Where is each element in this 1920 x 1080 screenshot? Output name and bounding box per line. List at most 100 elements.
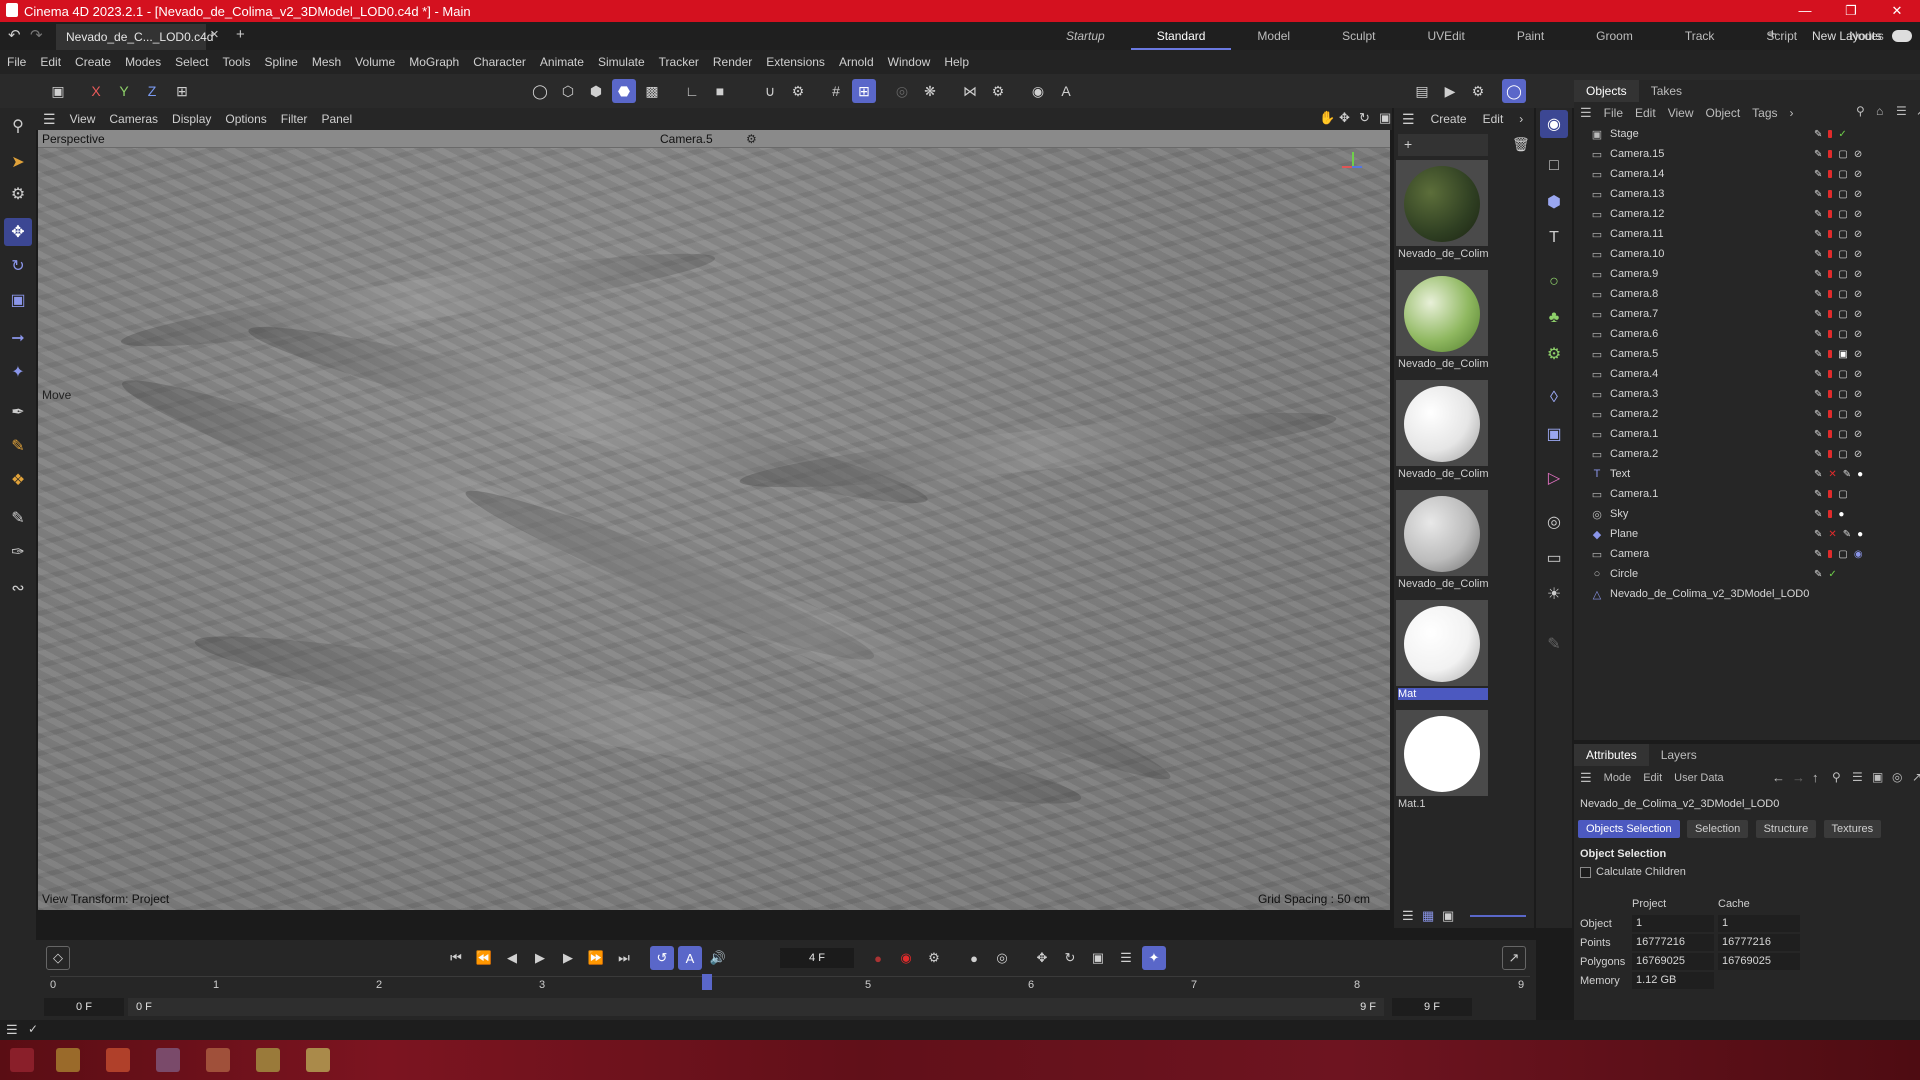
- layout-tab-standard[interactable]: Standard: [1130, 22, 1232, 50]
- render-region-icon[interactable]: ◎: [890, 79, 914, 103]
- edit-icon[interactable]: ✎: [1540, 630, 1568, 658]
- search-icon[interactable]: ⚲: [4, 112, 32, 140]
- new-window-icon[interactable]: ↗: [1900, 770, 1920, 784]
- viewport-menu-display[interactable]: Display: [165, 112, 218, 126]
- material-swatch[interactable]: Nevado_de_Colim: [1396, 490, 1488, 598]
- rotation-key-icon[interactable]: ↻: [1058, 946, 1082, 970]
- key-settings-icon[interactable]: ⚙: [922, 946, 946, 970]
- list-item[interactable]: ▭ Camera.12 ✎ ▢ ⊘: [1574, 204, 1920, 224]
- list-item[interactable]: ▭ Camera.15 ✎ ▢ ⊘: [1574, 144, 1920, 164]
- menu-extensions[interactable]: Extensions: [759, 55, 832, 69]
- list-view-icon[interactable]: ☰: [1402, 908, 1414, 924]
- minimize-icon[interactable]: —: [1782, 0, 1828, 22]
- menu-simulate[interactable]: Simulate: [591, 55, 652, 69]
- objects-menu-file[interactable]: File: [1598, 106, 1629, 120]
- new-layouts-label[interactable]: New Layouts: [1812, 29, 1881, 43]
- goto-start-icon[interactable]: ⏮: [444, 946, 468, 970]
- list-item[interactable]: ▭ Camera.2 ✎ ▢ ⊘: [1574, 444, 1920, 464]
- material-swatch[interactable]: Mat.1: [1396, 710, 1488, 818]
- start-frame-field[interactable]: 0 F: [44, 998, 124, 1016]
- taskbar-app-icon[interactable]: [10, 1048, 34, 1072]
- list-item[interactable]: ▭ Camera.2 ✎ ▢ ⊘: [1574, 404, 1920, 424]
- viewport-menu-filter[interactable]: Filter: [274, 112, 315, 126]
- hamburger-icon[interactable]: ☰: [1574, 105, 1598, 121]
- objects-menu-edit[interactable]: Edit: [1629, 106, 1662, 120]
- list-item[interactable]: ▭ Camera.5 ✎ ▣ ⊘: [1574, 344, 1920, 364]
- viewport-solo-icon[interactable]: ▣: [46, 79, 70, 103]
- grid-snap-icon[interactable]: #: [824, 79, 848, 103]
- list-item[interactable]: ▭ Camera.10 ✎ ▢ ⊘: [1574, 244, 1920, 264]
- x-axis-button[interactable]: X: [84, 79, 108, 103]
- light-icon[interactable]: ☀: [1540, 580, 1568, 608]
- play-icon[interactable]: ▶: [528, 946, 552, 970]
- viewport-menu-cameras[interactable]: Cameras: [102, 112, 165, 126]
- loop-icon[interactable]: ↺: [650, 946, 674, 970]
- hamburger-icon[interactable]: ☰: [36, 111, 63, 128]
- taskbar-app-icon[interactable]: [306, 1048, 330, 1072]
- next-frame-icon[interactable]: ▶: [556, 946, 580, 970]
- list-item[interactable]: ▭ Camera.1 ✎ ▢ ⊘: [1574, 424, 1920, 444]
- list-item[interactable]: ▭ Camera.7 ✎ ▢ ⊘: [1574, 304, 1920, 324]
- list-item[interactable]: ▭ Camera.4 ✎ ▢ ⊘: [1574, 364, 1920, 384]
- parameter-key-icon[interactable]: ☰: [1114, 946, 1138, 970]
- menu-mograph[interactable]: MoGraph: [402, 55, 466, 69]
- trash-icon[interactable]: 🗑: [1512, 136, 1530, 153]
- text-object-icon[interactable]: T: [1540, 224, 1568, 252]
- transfer-tool-icon[interactable]: ➞: [4, 324, 32, 352]
- undo-icon[interactable]: ↶: [8, 26, 21, 44]
- 3d-viewport[interactable]: Perspective Camera.5 ⚙ Move View Transfo…: [38, 130, 1390, 910]
- menu-file[interactable]: File: [0, 55, 33, 69]
- symmetry-settings-icon[interactable]: ⚙: [986, 79, 1010, 103]
- menu-character[interactable]: Character: [466, 55, 533, 69]
- menu-select[interactable]: Select: [168, 55, 215, 69]
- camera-object-icon[interactable]: ▭: [1540, 544, 1568, 572]
- polygons-mode-icon[interactable]: ⬢: [584, 79, 608, 103]
- list-item[interactable]: △ Nevado_de_Colima_v2_3DModel_LOD0: [1574, 584, 1920, 604]
- end-frame-field[interactable]: 9 F: [1392, 998, 1472, 1016]
- autokey-icon[interactable]: ◉: [894, 946, 918, 970]
- points-mode-icon[interactable]: ◯: [528, 79, 552, 103]
- tab-layers[interactable]: Layers: [1649, 748, 1709, 762]
- keyframe-selection-icon[interactable]: ●: [962, 946, 986, 970]
- tab-takes[interactable]: Takes: [1639, 84, 1694, 98]
- layout-tab-groom[interactable]: Groom: [1570, 22, 1659, 50]
- edges-mode-icon[interactable]: ⬡: [556, 79, 580, 103]
- list-item[interactable]: ○ Circle ✎ ✓: [1574, 564, 1920, 584]
- subtab-objects-selection[interactable]: Objects Selection: [1578, 820, 1680, 838]
- calculate-children-checkbox[interactable]: [1580, 867, 1591, 878]
- layout-tab-script[interactable]: Script: [1740, 22, 1823, 50]
- thumbnail-size-slider[interactable]: [1470, 915, 1526, 917]
- knife-tool-icon[interactable]: ❖: [4, 466, 32, 494]
- menu-volume[interactable]: Volume: [348, 55, 402, 69]
- menu-edit[interactable]: Edit: [33, 55, 68, 69]
- large-view-icon[interactable]: ▣: [1442, 908, 1454, 924]
- gear-icon[interactable]: ⚙: [786, 79, 810, 103]
- attributes-menu-user-data[interactable]: User Data: [1668, 772, 1730, 784]
- menu-mesh[interactable]: Mesh: [305, 55, 348, 69]
- effector-icon[interactable]: ⚙: [1540, 340, 1568, 368]
- taskbar-app-icon[interactable]: [156, 1048, 180, 1072]
- tracer-icon[interactable]: ▷: [1540, 464, 1568, 492]
- spline-pen-icon[interactable]: ✒: [4, 398, 32, 426]
- prev-key-icon[interactable]: ⏪: [472, 946, 496, 970]
- uv-mode-icon[interactable]: ∟: [680, 79, 704, 103]
- objects-menu-object[interactable]: Object: [1699, 106, 1746, 120]
- cube-icon[interactable]: ⬢: [1540, 188, 1568, 216]
- key-mode-icon[interactable]: ◎: [990, 946, 1014, 970]
- list-item[interactable]: ▭ Camera.3 ✎ ▢ ⊘: [1574, 384, 1920, 404]
- add-icon[interactable]: +: [1404, 136, 1412, 152]
- new-window-icon[interactable]: ↗: [1904, 104, 1920, 118]
- list-item[interactable]: ▭ Camera ✎ ▢ ◉: [1574, 544, 1920, 564]
- taskbar-app-icon[interactable]: [106, 1048, 130, 1072]
- list-item[interactable]: ▭ Camera.14 ✎ ▢ ⊘: [1574, 164, 1920, 184]
- console-check-icon[interactable]: ✓: [28, 1022, 38, 1036]
- arnold-icon[interactable]: A: [1054, 79, 1078, 103]
- point-level-icon[interactable]: ✦: [1142, 946, 1166, 970]
- new-tab-icon[interactable]: +: [236, 26, 245, 43]
- close-tab-icon[interactable]: ×: [210, 26, 219, 43]
- render-settings-button-icon[interactable]: ⚙: [1466, 79, 1490, 103]
- objects-palette-icon[interactable]: ◉: [1540, 110, 1568, 138]
- spline-icon[interactable]: □: [1540, 152, 1568, 180]
- more-icon[interactable]: ›: [1511, 112, 1531, 126]
- menu-arnold[interactable]: Arnold: [832, 55, 881, 69]
